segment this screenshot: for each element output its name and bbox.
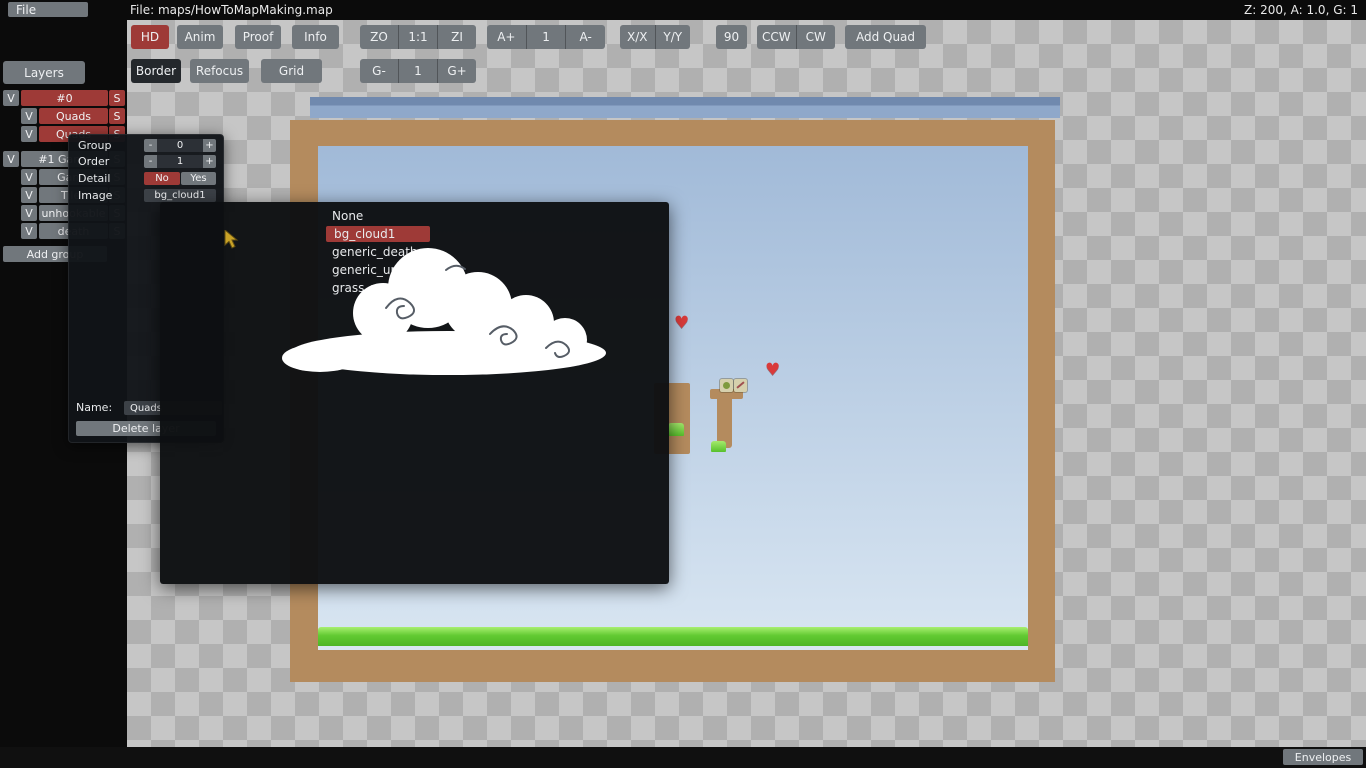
image-select-button[interactable]: bg_cloud1 [144, 189, 216, 202]
bottom-bar: Envelopes [0, 747, 1366, 768]
grid-size-value: 1 [399, 59, 438, 83]
layer-visibility-toggle[interactable]: V [21, 187, 37, 203]
rotate-amount-value[interactable]: 90 [716, 25, 747, 49]
order-stepper: - 1 + [144, 155, 216, 168]
layer-visibility-toggle[interactable]: V [21, 126, 37, 142]
layer-visibility-toggle[interactable]: V [3, 151, 19, 167]
mirror-x-button[interactable]: X/X [620, 25, 656, 49]
order-value: 1 [157, 155, 203, 168]
group-stepper: - 0 + [144, 139, 216, 152]
heart-pickup-1: ♥ [674, 313, 690, 333]
mouse-cursor-icon [224, 230, 239, 249]
zoom-out-button[interactable]: ZO [360, 25, 399, 49]
image-field-label: Image [78, 189, 113, 202]
refocus-button[interactable]: Refocus [190, 59, 249, 83]
map-tile-structure-2-stem [717, 389, 732, 448]
add-quad-button[interactable]: Add Quad [845, 25, 926, 49]
layer-visibility-toggle[interactable]: V [21, 108, 37, 124]
anim-speed-group: A+ 1 A- [487, 25, 605, 49]
heart-pickup-2: ♥ [765, 360, 781, 380]
envelopes-button[interactable]: Envelopes [1283, 749, 1363, 765]
layer-visibility-toggle[interactable]: V [3, 90, 19, 106]
name-field-label: Name: [76, 401, 113, 414]
border-button[interactable]: Border [131, 59, 181, 83]
anim-speed-value: 1 [526, 25, 567, 49]
map-editor-screen: ♥ ♥ File File: maps/HowToMapMaking.map Z… [0, 0, 1366, 768]
zoom-control-group: ZO 1:1 ZI [360, 25, 476, 49]
layer-save-toggle[interactable]: S [109, 108, 125, 124]
zoom-reset-button[interactable]: 1:1 [399, 25, 438, 49]
pickup-tiles [720, 379, 747, 392]
map-grass-tuft-1 [668, 423, 684, 436]
hd-toggle-button[interactable]: HD [131, 25, 169, 49]
detail-field-label: Detail [78, 172, 111, 185]
anim-toggle-button[interactable]: Anim [177, 25, 223, 49]
proof-toggle-button[interactable]: Proof [235, 25, 281, 49]
grid-button[interactable]: Grid [261, 59, 322, 83]
top-bar: File File: maps/HowToMapMaking.map Z: 20… [0, 0, 1366, 20]
rotate-ccw-button[interactable]: CCW [757, 25, 797, 49]
detail-yes-button[interactable]: Yes [181, 172, 216, 185]
map-grass-strip [318, 627, 1028, 646]
pickup-tile-icon-2 [734, 379, 747, 392]
map-background-strip [310, 97, 1060, 118]
group-field-label: Group [78, 139, 112, 152]
map-grass-tuft-2 [711, 441, 726, 452]
group-increase-button[interactable]: + [203, 139, 216, 152]
layers-panel-button[interactable]: Layers [3, 61, 85, 84]
group-row-0[interactable]: #0 [21, 90, 108, 106]
image-picker-dropdown: None bg_cloud1 generic_death generic_unh… [160, 202, 669, 584]
rotate-cw-button[interactable]: CW [796, 25, 835, 49]
grid-decrease-button[interactable]: G- [360, 59, 399, 83]
layer-visibility-toggle[interactable]: V [21, 223, 37, 239]
layer-row-quads-1[interactable]: Quads [39, 108, 108, 124]
group-decrease-button[interactable]: - [144, 139, 157, 152]
group-value: 0 [157, 139, 203, 152]
order-decrease-button[interactable]: - [144, 155, 157, 168]
file-menu-button[interactable]: File [8, 2, 88, 17]
status-readout: Z: 200, A: 1.0, G: 1 [1244, 3, 1358, 17]
mirror-y-button[interactable]: Y/Y [655, 25, 690, 49]
layer-visibility-toggle[interactable]: V [21, 205, 37, 221]
rotate-group: CCW CW [757, 25, 835, 49]
anim-faster-button[interactable]: A+ [487, 25, 527, 49]
grid-size-group: G- 1 G+ [360, 59, 476, 83]
order-increase-button[interactable]: + [203, 155, 216, 168]
image-preview-cloud [282, 248, 606, 375]
image-option-none[interactable]: None [332, 208, 363, 224]
layer-save-toggle[interactable]: S [109, 90, 125, 106]
order-field-label: Order [78, 155, 110, 168]
file-path-label: File: maps/HowToMapMaking.map [130, 3, 333, 17]
anim-slower-button[interactable]: A- [566, 25, 605, 49]
mirror-group: X/X Y/Y [620, 25, 690, 49]
grid-increase-button[interactable]: G+ [438, 59, 476, 83]
zoom-in-button[interactable]: ZI [438, 25, 476, 49]
layer-visibility-toggle[interactable]: V [21, 169, 37, 185]
pickup-tile-icon-1 [720, 379, 733, 392]
detail-no-button[interactable]: No [144, 172, 180, 185]
info-toggle-button[interactable]: Info [292, 25, 339, 49]
